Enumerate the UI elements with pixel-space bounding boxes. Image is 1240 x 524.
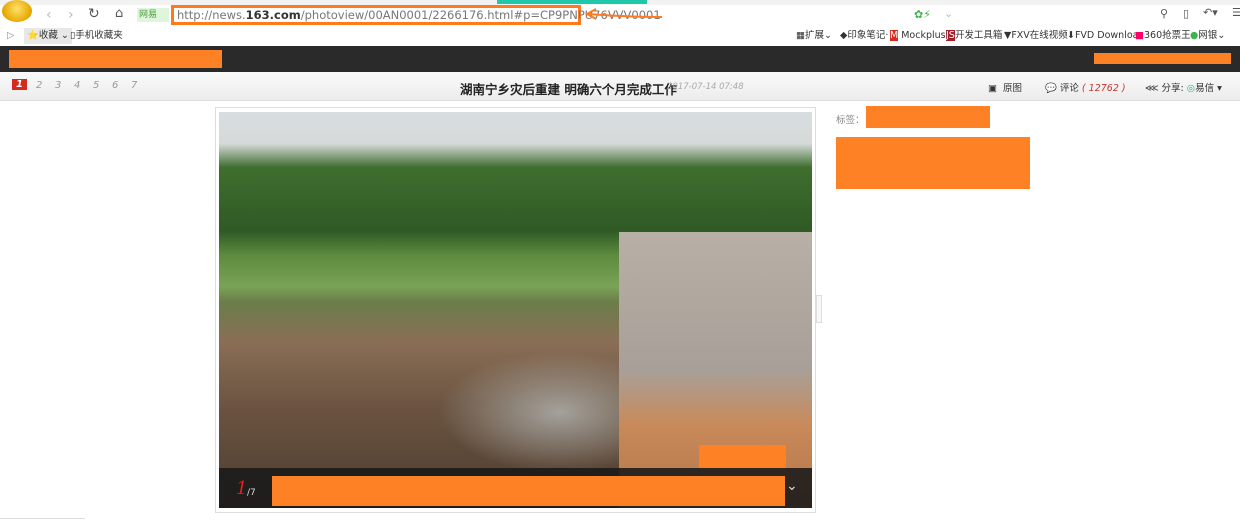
address-bar[interactable]: http://news.163.com/photoview/00AN0001/2… xyxy=(171,5,661,25)
image-icon: ▣ xyxy=(988,83,997,94)
page-link[interactable]: 7 xyxy=(131,80,137,91)
menu-icon[interactable]: ☰ xyxy=(1232,6,1240,19)
bookmark-bank[interactable]: ●网银⌄ xyxy=(1190,28,1225,44)
redacted-logo xyxy=(9,50,222,68)
back-icon[interactable]: ‹ xyxy=(46,7,52,23)
search-icon[interactable]: ⚲ xyxy=(1160,7,1168,20)
active-tab-indicator[interactable] xyxy=(497,0,647,4)
redacted-header-links xyxy=(1094,53,1231,64)
sidebar-toggle-icon[interactable]: ▷ xyxy=(7,28,14,44)
bookmark-mockplus[interactable]: M Mockplus xyxy=(890,28,946,44)
tags-label: 标签： xyxy=(836,115,865,126)
user-avatar[interactable] xyxy=(2,0,32,22)
share-button[interactable]: ⋘ 分享: ◎易信 ▾ xyxy=(1145,80,1222,94)
page-link[interactable]: 2 xyxy=(36,80,42,91)
footer-edge xyxy=(0,518,85,524)
caption-current: 1 xyxy=(236,478,248,499)
extension-icon[interactable]: ✿⚡ xyxy=(914,8,931,21)
publish-date: 2017-07-14 07:48 xyxy=(667,82,744,92)
dropdown-icon[interactable]: ⌄ xyxy=(944,7,953,20)
bookmark-label: 收藏 xyxy=(38,30,58,41)
bookmark-fvd[interactable]: ⬇FVD Downloa xyxy=(1067,28,1138,44)
bookmark-favorites[interactable]: ⭐收藏 ⌄ xyxy=(24,28,72,44)
page-link[interactable]: 4 xyxy=(74,80,80,91)
share-icon: ⋘ xyxy=(1145,83,1159,94)
bookmark-mobile[interactable]: ▯手机收藏夹 xyxy=(70,28,123,44)
site-badge: 网易 xyxy=(137,8,169,22)
page-link[interactable]: 6 xyxy=(112,80,118,91)
page-link-active[interactable]: 1 xyxy=(12,79,27,90)
redacted-tags xyxy=(866,106,990,128)
comment-icon: 💬 xyxy=(1045,83,1057,94)
bookmark-360[interactable]: ■360抢票王 xyxy=(1135,28,1191,44)
home-icon[interactable]: ⌂ xyxy=(115,6,123,21)
reader-icon[interactable]: ▯ xyxy=(1183,7,1189,20)
page-link[interactable]: 3 xyxy=(55,80,61,91)
redacted-caption xyxy=(272,476,785,506)
undo-icon[interactable]: ↶▾ xyxy=(1203,6,1218,19)
comment-button[interactable]: 💬 评论 ( 12762 ) xyxy=(1045,80,1126,94)
bookmark-extensions[interactable]: ▦扩展⌄ xyxy=(796,28,832,44)
reload-icon[interactable]: ↻ xyxy=(88,6,100,22)
bookmark-devtools[interactable]: JS开发工具箱 xyxy=(946,28,1002,44)
expand-caption-icon[interactable]: ⌄ xyxy=(786,478,798,494)
caption-total: /7 xyxy=(247,488,256,498)
redacted-ad xyxy=(836,137,1030,189)
page-link[interactable]: 5 xyxy=(93,80,99,91)
forward-icon[interactable]: › xyxy=(68,7,74,23)
comment-count: 12762 xyxy=(1088,83,1119,94)
original-image-button[interactable]: ▣ 原图 xyxy=(988,80,1022,94)
bookmark-fxv[interactable]: ▼FXV在线视频 xyxy=(1004,28,1068,44)
side-handle[interactable] xyxy=(816,295,822,323)
bookmark-label: 手机收藏夹 xyxy=(75,30,123,41)
page-title: 湖南宁乡灾后重建 明确六个月完成工作 xyxy=(460,82,677,97)
redacted-watermark xyxy=(699,445,786,469)
bookmark-evernote[interactable]: ◆印象笔记· xyxy=(840,28,888,44)
annotation-arrow-icon xyxy=(584,8,663,20)
